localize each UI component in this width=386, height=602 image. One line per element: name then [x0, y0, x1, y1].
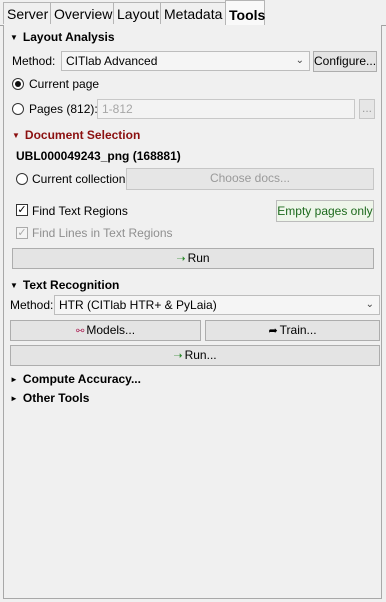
text-recognition-header[interactable]: ▼ Text Recognition [10, 278, 119, 292]
layout-analysis-header[interactable]: ▼ Layout Analysis [10, 30, 115, 44]
current-collection-radio[interactable] [16, 173, 28, 185]
la-method-select[interactable]: CITlab Advanced ⌄ [61, 51, 310, 71]
find-text-regions-checkbox[interactable]: ✓ [16, 204, 28, 216]
other-tools-header[interactable]: ► Other Tools [10, 391, 89, 405]
chevron-down-icon: ▼ [10, 281, 18, 290]
chevron-down-icon: ▼ [10, 33, 18, 42]
pages-radio[interactable] [12, 103, 24, 115]
tab-tools[interactable]: Tools [225, 0, 265, 26]
arrow-right-icon: ➝ [176, 253, 186, 265]
tr-run-label: Run... [184, 348, 217, 362]
pages-input[interactable]: 1-812 [97, 99, 355, 119]
train-button[interactable]: ➦ Train... [205, 320, 380, 341]
chevron-right-icon: ► [10, 394, 18, 403]
tab-metadata[interactable]: Metadata [160, 2, 226, 24]
find-lines-label: Find Lines in Text Regions [32, 226, 173, 240]
tools-panel: ▼ Layout Analysis Method: CITlab Advanced… [3, 25, 382, 599]
compute-accuracy-header[interactable]: ► Compute Accuracy... [10, 372, 141, 386]
chevron-right-icon: ► [10, 375, 18, 384]
tr-run-button[interactable]: ➝ Run... [10, 345, 380, 366]
tab-overview[interactable]: Overview [50, 2, 114, 24]
la-method-label: Method: [12, 54, 56, 68]
document-selection-title: Document Selection [24, 128, 141, 142]
chevron-down-icon: ⌄ [295, 55, 304, 66]
tr-method-select[interactable]: HTR (CITlab HTR+ & PyLaia) ⌄ [54, 295, 380, 315]
train-icon: ➦ [268, 325, 278, 337]
text-recognition-title: Text Recognition [22, 278, 120, 292]
compute-accuracy-title: Compute Accuracy... [22, 372, 141, 386]
tr-method-value: HTR (CITlab HTR+ & PyLaia) [59, 298, 217, 312]
models-button[interactable]: ⚯ Models... [10, 320, 201, 341]
pages-label: Pages (812): [29, 102, 98, 116]
tab-server[interactable]: Server [3, 2, 51, 24]
chevron-down-icon: ▼ [12, 131, 20, 140]
find-text-regions-label: Find Text Regions [32, 204, 128, 218]
models-icon: ⚯ [75, 326, 85, 337]
pages-browse-button[interactable]: ... [359, 99, 375, 119]
la-run-label: Run [187, 251, 210, 265]
chevron-down-icon: ⌄ [365, 299, 374, 310]
current-collection-label: Current collection [32, 172, 126, 186]
empty-pages-only-button[interactable]: Empty pages only [276, 200, 374, 222]
la-method-value: CITlab Advanced [66, 54, 158, 68]
current-page-radio[interactable] [12, 78, 24, 90]
tab-layout[interactable]: Layout [113, 2, 161, 24]
tab-bar: Server Overview Layout Metadata Tools [0, 0, 386, 26]
layout-analysis-title: Layout Analysis [22, 30, 115, 44]
other-tools-title: Other Tools [22, 391, 90, 405]
current-page-label: Current page [29, 77, 100, 91]
tr-method-label: Method: [10, 298, 54, 312]
models-label: Models... [86, 323, 136, 337]
find-lines-checkbox[interactable]: ✓ [16, 227, 28, 239]
configure-button[interactable]: Configure... [313, 51, 377, 72]
document-name: UBL000049243_png (168881) [16, 149, 181, 163]
choose-docs-button[interactable]: Choose docs... [126, 168, 374, 190]
train-label: Train... [279, 323, 317, 337]
document-selection-header[interactable]: ▼ Document Selection [12, 128, 140, 142]
la-run-button[interactable]: ➝ Run [12, 248, 374, 269]
arrow-right-icon: ➝ [173, 350, 183, 362]
